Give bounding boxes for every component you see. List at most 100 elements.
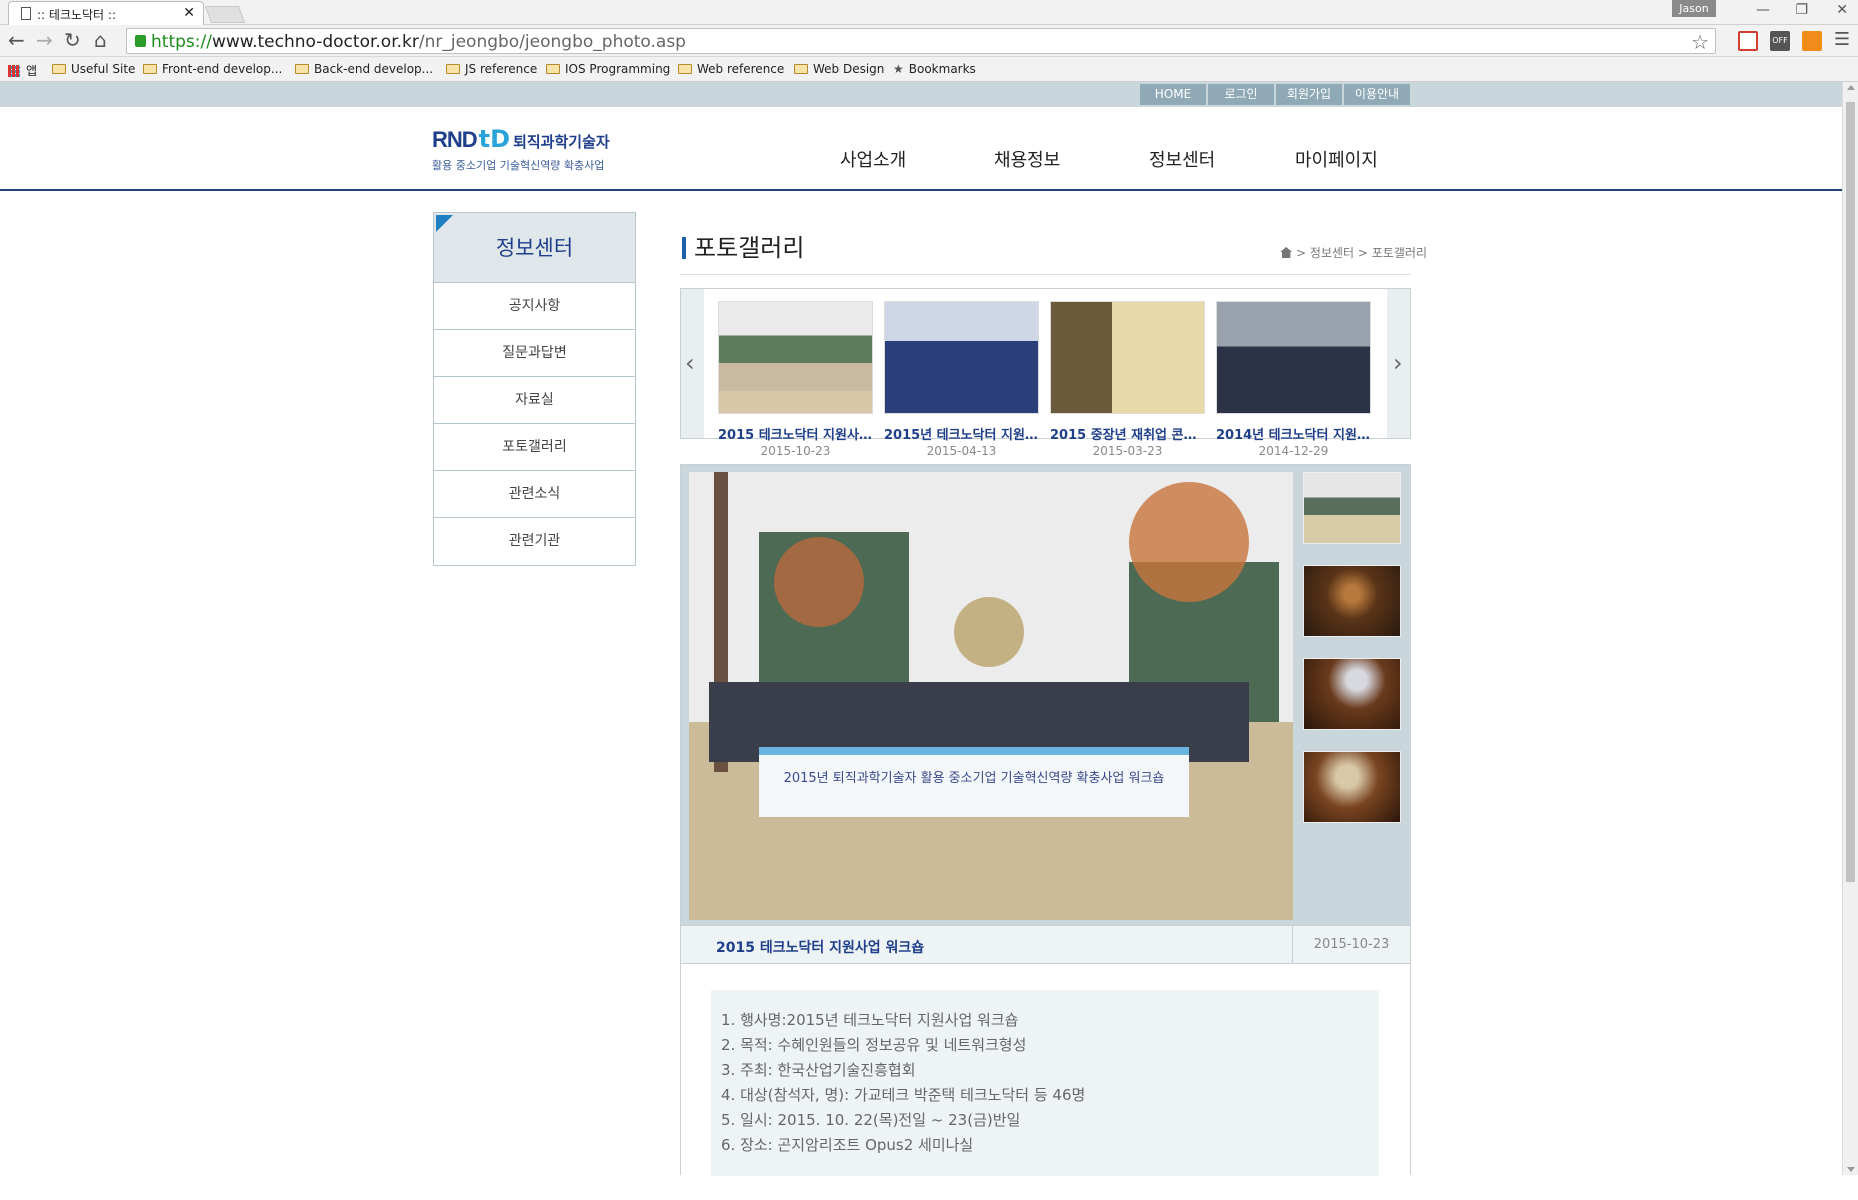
minimize-icon[interactable]: —: [1756, 2, 1770, 18]
tab-title: :: 테크노닥터 ::: [37, 8, 117, 22]
folder-icon: [794, 64, 808, 74]
corner-accent: [436, 215, 453, 232]
carousel-item-title[interactable]: 2015 중장년 재취업 콘서트: [1050, 424, 1205, 443]
bookmark-ios-programming[interactable]: IOS Programming: [546, 62, 670, 76]
folder-icon: [143, 64, 157, 74]
carousel-item[interactable]: 2015 테크노닥터 지원사... 2015-10-23: [718, 301, 873, 458]
main-photo[interactable]: 2015년 퇴직과학기술자 활용 중소기업 기술혁신역량 확충사업 워크숍: [689, 472, 1293, 920]
top-links: HOME 로그인 회원가입 이용안내: [1140, 84, 1410, 105]
bookmark-web-design[interactable]: Web Design: [794, 62, 884, 76]
description-line: 4. 대상(참석자, 명): 가교테크 박준택 테크노닥터 등 46명: [721, 1086, 1086, 1104]
close-tab-icon[interactable]: ✕: [183, 5, 195, 21]
page-scrollbar[interactable]: [1842, 82, 1858, 1175]
description-line: 3. 주최: 한국산업기술진흥협회: [721, 1061, 916, 1079]
window-close-icon[interactable]: ✕: [1836, 2, 1848, 18]
sidebar-item-news[interactable]: 관련소식: [434, 471, 635, 518]
bookmarks-bar: 앱 Useful Site Front-end develop... Back-…: [0, 57, 1858, 82]
url-text[interactable]: https://www.techno-doctor.or.kr/nr_jeong…: [151, 32, 686, 52]
gnb-mypage[interactable]: 마이페이지: [1295, 146, 1378, 172]
top-link-guide[interactable]: 이용안내: [1344, 84, 1410, 105]
folder-icon: [446, 64, 460, 74]
logo-td: tD: [478, 125, 511, 153]
logo-subtitle: 활용 중소기업 기술혁신역량 확충사업: [432, 159, 605, 172]
thumbnail-image[interactable]: [884, 301, 1039, 414]
viewer-thumbnail[interactable]: [1303, 751, 1401, 823]
gmail-icon[interactable]: [1738, 31, 1758, 51]
gnb-jobs[interactable]: 채용정보: [994, 146, 1060, 172]
gnb-business[interactable]: 사업소개: [840, 146, 906, 172]
home-icon[interactable]: ⌂: [94, 30, 107, 50]
banner-text: 2015년 퇴직과학기술자 활용 중소기업 기술혁신역량 확충사업 워크숍: [784, 771, 1165, 786]
menu-icon[interactable]: ☰: [1834, 30, 1850, 50]
carousel-item-title[interactable]: 2014년 테크노닥터 지원...: [1216, 424, 1371, 443]
bookmark-web-reference[interactable]: Web reference: [678, 62, 784, 76]
thumbnail-image[interactable]: [718, 301, 873, 414]
folder-icon: [546, 64, 560, 74]
new-tab-button[interactable]: [204, 6, 246, 23]
url-bar[interactable]: https://www.techno-doctor.or.kr/nr_jeong…: [126, 28, 1716, 54]
off-icon[interactable]: OFF: [1770, 31, 1790, 51]
carousel-item-date: 2015-10-23: [760, 444, 831, 458]
reload-icon[interactable]: ↻: [64, 30, 81, 50]
restore-icon[interactable]: ❐: [1795, 2, 1808, 18]
bookmark-star-icon[interactable]: ☆: [1691, 30, 1709, 54]
folder-icon: [678, 64, 692, 74]
top-utility-bar: HOME 로그인 회원가입 이용안내: [0, 82, 1842, 107]
user-profile-button[interactable]: Jason: [1672, 0, 1716, 17]
top-link-login[interactable]: 로그인: [1208, 84, 1274, 105]
sidebar-item-notice[interactable]: 공지사항: [434, 283, 635, 330]
scroll-down-icon[interactable]: [1847, 1167, 1855, 1172]
forward-icon[interactable]: →: [36, 30, 53, 50]
breadcrumb-photo-gallery[interactable]: 포토갤러리: [1372, 246, 1427, 260]
sidebar-menu: 정보센터 공지사항 질문과답변 자료실 포토갤러리 관련소식 관련기관: [433, 212, 636, 566]
title-divider: [680, 274, 1411, 275]
carousel-prev-area[interactable]: ‹: [681, 289, 704, 438]
page-title: 포토갤러리: [682, 228, 804, 263]
web-page: HOME 로그인 회원가입 이용안내 RNDtD 퇴직과학기술자 활용 중소기업 …: [0, 82, 1858, 1176]
folder-icon: [295, 64, 309, 74]
sidebar-item-photo-gallery[interactable]: 포토갤러리: [434, 424, 635, 471]
scroll-up-icon[interactable]: [1847, 85, 1855, 90]
logo-name: 퇴직과학기술자: [513, 133, 610, 151]
chevron-left-icon[interactable]: ‹: [685, 349, 695, 377]
site-logo[interactable]: RNDtD 퇴직과학기술자 활용 중소기업 기술혁신역량 확충사업: [432, 125, 610, 173]
back-icon[interactable]: ←: [8, 30, 25, 50]
browser-tab[interactable]: :: 테크노닥터 :: ✕: [8, 1, 204, 25]
top-link-join[interactable]: 회원가입: [1276, 84, 1342, 105]
bookmark-back-end[interactable]: Back-end develop...: [295, 62, 433, 76]
carousel-item-date: 2015-04-13: [926, 444, 997, 458]
breadcrumb-info-center[interactable]: 정보센터: [1310, 246, 1354, 260]
viewer-thumbnail[interactable]: [1303, 472, 1401, 544]
top-link-home[interactable]: HOME: [1140, 84, 1206, 105]
carousel-item-title[interactable]: 2015년 테크노닥터 지원...: [884, 424, 1039, 443]
carousel-item-title[interactable]: 2015 테크노닥터 지원사...: [718, 424, 873, 443]
description-line: 6. 장소: 곤지암리조트 Opus2 세미나실: [721, 1136, 974, 1154]
chart-icon[interactable]: [1802, 31, 1822, 51]
thumbnail-image[interactable]: [1216, 301, 1371, 414]
sidebar-item-archive[interactable]: 자료실: [434, 377, 635, 424]
scrollbar-thumb[interactable]: [1846, 102, 1855, 882]
carousel-item[interactable]: 2014년 테크노닥터 지원... 2014-12-29: [1216, 301, 1371, 458]
carousel-next-area[interactable]: ›: [1387, 289, 1410, 438]
sidebar-item-qna[interactable]: 질문과답변: [434, 330, 635, 377]
bookmark-useful-site[interactable]: Useful Site: [52, 62, 135, 76]
gnb-info-center[interactable]: 정보센터: [1149, 146, 1215, 172]
carousel-item[interactable]: 2015년 테크노닥터 지원... 2015-04-13: [884, 301, 1039, 458]
thumbnail-image[interactable]: [1050, 301, 1205, 414]
viewer-image-area: 2015년 퇴직과학기술자 활용 중소기업 기술혁신역량 확충사업 워크숍: [681, 465, 1410, 925]
bookmark-bookmarks[interactable]: ★ Bookmarks: [893, 62, 976, 76]
bookmark-apps[interactable]: 앱: [8, 62, 37, 79]
carousel-item[interactable]: 2015 중장년 재취업 콘서트 2015-03-23: [1050, 301, 1205, 458]
title-bar: [682, 237, 686, 259]
home-icon[interactable]: [1280, 247, 1293, 258]
star-icon: ★: [893, 62, 904, 76]
chevron-right-icon[interactable]: ›: [1393, 349, 1403, 377]
sidebar-item-related-orgs[interactable]: 관련기관: [434, 518, 635, 565]
bookmark-js-reference[interactable]: JS reference: [446, 62, 537, 76]
description-line: 2. 목적: 수혜인원들의 정보공유 및 네트워크형성: [721, 1036, 1027, 1054]
main-photo-svg: 2015년 퇴직과학기술자 활용 중소기업 기술혁신역량 확충사업 워크숍: [689, 472, 1293, 920]
bookmark-front-end[interactable]: Front-end develop...: [143, 62, 282, 76]
photo-caption-bar: 2015 테크노닥터 지원사업 워크숍 2015-10-23: [681, 925, 1410, 964]
viewer-thumbnail[interactable]: [1303, 658, 1401, 730]
viewer-thumbnail[interactable]: [1303, 565, 1401, 637]
